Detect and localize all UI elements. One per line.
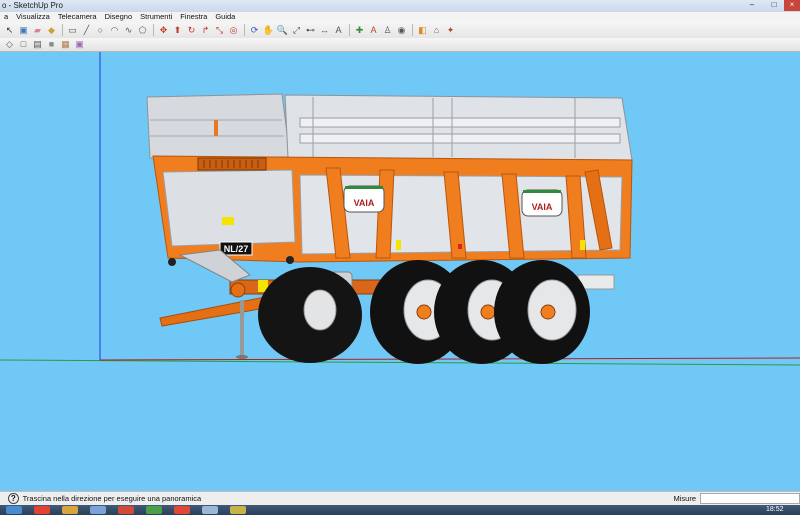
clock: 18:52 bbox=[766, 506, 784, 513]
minimize-button[interactable]: – bbox=[740, 0, 764, 11]
app-icon[interactable] bbox=[202, 506, 218, 514]
pan-icon[interactable]: ✋ bbox=[262, 24, 275, 37]
toolbar-separator bbox=[349, 24, 350, 36]
model-scene: VAIA VAIA NL/27 bbox=[0, 52, 800, 366]
menu-visualizza[interactable]: Visualizza bbox=[12, 12, 54, 22]
chrome-icon[interactable] bbox=[34, 506, 50, 514]
select-arrow-icon[interactable]: ↖ bbox=[3, 24, 16, 37]
toolbar-separator bbox=[62, 24, 63, 36]
sketchup-icon[interactable] bbox=[174, 506, 190, 514]
toolbar-separator bbox=[244, 24, 245, 36]
zoom-icon[interactable]: 🔍 bbox=[276, 24, 289, 37]
brand-logo-text: VAIA bbox=[532, 202, 553, 212]
emblem bbox=[168, 258, 176, 266]
follow-me-icon[interactable]: ↱ bbox=[199, 24, 212, 37]
push-pull-icon[interactable]: ⬆ bbox=[171, 24, 184, 37]
textured-style-icon[interactable]: ▦ bbox=[59, 38, 72, 51]
menu-strumenti[interactable]: Strumenti bbox=[136, 12, 176, 22]
freehand-icon[interactable]: ∿ bbox=[122, 24, 135, 37]
app-icon[interactable] bbox=[146, 506, 162, 514]
menu-modifica[interactable]: a bbox=[0, 12, 12, 22]
menu-guida[interactable]: Guida bbox=[211, 12, 239, 22]
paint-bucket-icon[interactable]: ◆ bbox=[45, 24, 58, 37]
menu-finestra[interactable]: Finestra bbox=[176, 12, 211, 22]
arc-icon[interactable]: ◠ bbox=[108, 24, 121, 37]
maximize-button[interactable]: □ bbox=[764, 0, 784, 11]
app-icon[interactable] bbox=[118, 506, 134, 514]
orbit-icon[interactable]: ⟳ bbox=[248, 24, 261, 37]
monochrome-style-icon[interactable]: ▣ bbox=[73, 38, 86, 51]
upper-sideboard bbox=[146, 93, 633, 161]
eraser-icon[interactable]: ▰ bbox=[31, 24, 44, 37]
move-icon[interactable]: ✥ bbox=[157, 24, 170, 37]
emblem bbox=[286, 256, 294, 264]
extension-warehouse-icon[interactable]: ✦ bbox=[444, 24, 457, 37]
explorer-icon[interactable] bbox=[62, 506, 78, 514]
dimension-icon[interactable]: ↔ bbox=[318, 24, 331, 37]
measurements-input[interactable] bbox=[700, 493, 800, 504]
title-bar: o - SketchUp Pro bbox=[0, 0, 800, 12]
tape-measure-icon[interactable]: ⊷ bbox=[304, 24, 317, 37]
rectangle-icon[interactable]: ▭ bbox=[66, 24, 79, 37]
window-title: o - SketchUp Pro bbox=[2, 1, 63, 10]
menu-telecamera[interactable]: Telecamera bbox=[54, 12, 101, 22]
3d-warehouse-icon[interactable]: ⌂ bbox=[430, 24, 443, 37]
shaded-style-icon[interactable]: ■ bbox=[45, 38, 58, 51]
walk-icon[interactable]: ♙ bbox=[381, 24, 394, 37]
brand-logo: VAIA bbox=[343, 185, 385, 213]
toolbar-separator bbox=[153, 24, 154, 36]
circle-icon[interactable]: ○ bbox=[94, 24, 107, 37]
brand-logo-text: VAIA bbox=[354, 198, 375, 208]
number-plate: NL/27 bbox=[219, 241, 253, 256]
text-icon[interactable]: A bbox=[332, 24, 345, 37]
red-axis bbox=[99, 357, 800, 361]
hidden-line-style-icon[interactable]: ▤ bbox=[31, 38, 44, 51]
taskbar: 18:52 bbox=[0, 505, 800, 515]
wheel bbox=[494, 260, 590, 364]
brand-logo: VAIA bbox=[521, 189, 563, 217]
plate-text: NL/27 bbox=[224, 244, 249, 254]
look-around-icon[interactable]: ◉ bbox=[395, 24, 408, 37]
help-icon[interactable]: ? bbox=[8, 493, 19, 504]
menu-disegno[interactable]: Disegno bbox=[101, 12, 137, 22]
wheel bbox=[258, 267, 362, 363]
wireframe-style-icon[interactable]: □ bbox=[17, 38, 30, 51]
offset-icon[interactable]: ◎ bbox=[227, 24, 240, 37]
line-icon[interactable]: ╱ bbox=[80, 24, 93, 37]
make-component-icon[interactable]: ▣ bbox=[17, 24, 30, 37]
toolbar-separator bbox=[412, 24, 413, 36]
app-icon[interactable] bbox=[230, 506, 246, 514]
main-toolbar: ↖ ▣ ▰ ◆ ▭ ╱ ○ ◠ ∿ ⬠ ✥ ⬆ ↻ ↱ ⤡ ◎ ⟳ ✋ 🔍 ⤢ ⊷ ↔ A ✚ A ♙ ◉ ◧ ⌂ ✦ bbox=[0, 22, 800, 38]
green-axis bbox=[0, 359, 800, 366]
start-button[interactable] bbox=[6, 506, 22, 514]
drawing-viewport[interactable]: VAIA VAIA NL/27 bbox=[0, 52, 800, 491]
section-plane-icon[interactable]: ◧ bbox=[416, 24, 429, 37]
menu-bar: a Visualizza Telecamera Disegno Strument… bbox=[0, 12, 800, 22]
close-button[interactable]: × bbox=[784, 0, 800, 11]
zoom-extents-icon[interactable]: ⤢ bbox=[290, 24, 303, 37]
scale-icon[interactable]: ⤡ bbox=[213, 24, 226, 37]
styles-toolbar: ◇ □ ▤ ■ ▦ ▣ bbox=[0, 38, 800, 52]
3d-text-icon[interactable]: A bbox=[367, 24, 380, 37]
axes-icon[interactable]: ✚ bbox=[353, 24, 366, 37]
status-bar: ? Trascina nella direzione per eseguire … bbox=[0, 491, 800, 505]
polygon-icon[interactable]: ⬠ bbox=[136, 24, 149, 37]
app-icon[interactable] bbox=[90, 506, 106, 514]
xray-style-icon[interactable]: ◇ bbox=[3, 38, 16, 51]
measurements-label: Misure bbox=[673, 494, 696, 503]
rotate-icon[interactable]: ↻ bbox=[185, 24, 198, 37]
status-message: Trascina nella direzione per eseguire un… bbox=[22, 494, 202, 503]
